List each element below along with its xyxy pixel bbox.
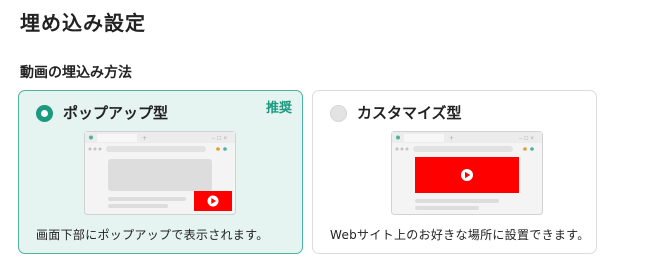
profile-icon bbox=[530, 147, 534, 151]
address-bar bbox=[106, 146, 206, 152]
extension-icon bbox=[523, 147, 527, 151]
reload-icon bbox=[98, 147, 102, 151]
reload-icon bbox=[405, 147, 409, 151]
new-tab-icon: + bbox=[142, 135, 147, 142]
forward-icon bbox=[93, 147, 97, 151]
custom-option-title: カスタマイズ型 bbox=[357, 104, 462, 122]
browser-dot-icon bbox=[396, 135, 400, 140]
browser-dot-icon bbox=[89, 135, 93, 140]
popup-option-card[interactable]: ポップアップ型 推奨 + ‒ □ × 画面下部にポップアップで表示されます。 bbox=[18, 90, 303, 254]
extension-icon bbox=[216, 147, 220, 151]
popup-preview-illustration: + ‒ □ × bbox=[84, 131, 236, 215]
window-controls-icon: ‒ □ × bbox=[212, 136, 227, 142]
text-line-placeholder bbox=[415, 199, 499, 203]
address-bar bbox=[413, 146, 513, 152]
recommended-badge: 推奨 bbox=[265, 101, 292, 116]
back-icon bbox=[88, 147, 92, 151]
forward-icon bbox=[400, 147, 404, 151]
content-placeholder bbox=[108, 159, 212, 191]
page-title: 埋め込み設定 bbox=[20, 11, 146, 35]
window-controls-icon: ‒ □ × bbox=[519, 136, 534, 142]
custom-radio-button[interactable] bbox=[330, 105, 347, 122]
popup-radio-button[interactable] bbox=[36, 105, 53, 122]
text-line-placeholder bbox=[108, 197, 186, 201]
custom-option-card[interactable]: カスタマイズ型 + ‒ □ × Webサイト上のお好きな場所に設置できます。 bbox=[312, 90, 597, 254]
custom-preview-illustration: + ‒ □ × bbox=[391, 131, 543, 215]
custom-option-description: Webサイト上のお好きな場所に設置できます。 bbox=[330, 228, 590, 242]
popup-option-description: 画面下部にポップアップで表示されます。 bbox=[36, 228, 269, 242]
text-line-placeholder bbox=[415, 206, 479, 210]
new-tab-icon: + bbox=[449, 135, 454, 142]
profile-icon bbox=[223, 147, 227, 151]
text-line-placeholder bbox=[108, 204, 168, 208]
browser-tab bbox=[404, 134, 444, 142]
back-icon bbox=[395, 147, 399, 151]
popup-option-title: ポップアップ型 bbox=[63, 104, 169, 122]
embed-method-label: 動画の埋込み方法 bbox=[20, 65, 132, 81]
browser-tab bbox=[97, 134, 137, 142]
